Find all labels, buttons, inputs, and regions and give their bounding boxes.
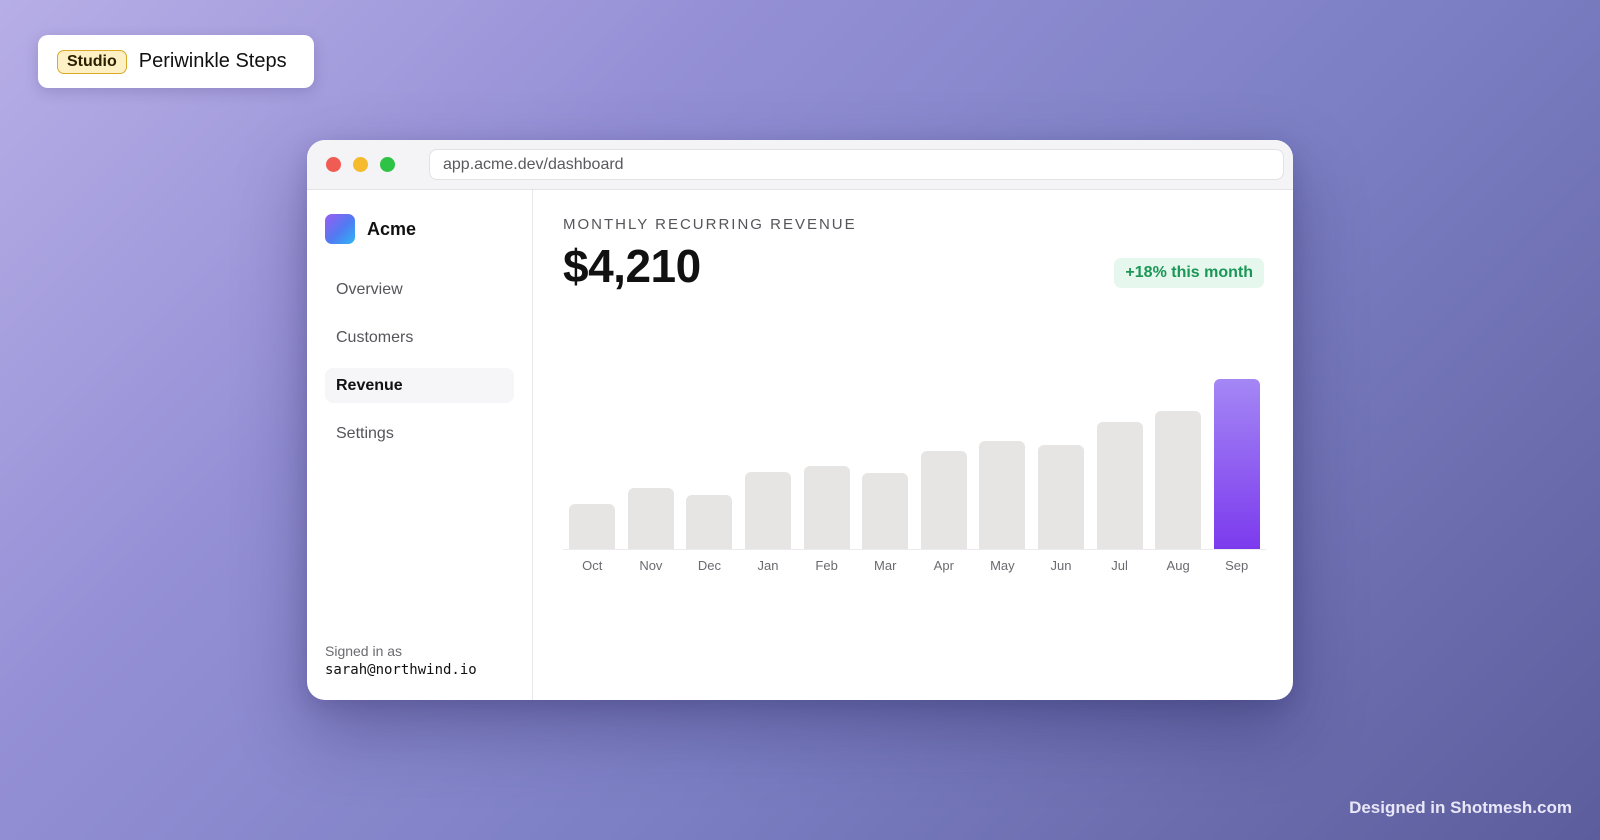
bar-jan [745,472,792,549]
bar-apr [920,451,967,549]
x-tick-aug: Aug [1166,558,1190,573]
bar-feb [803,466,850,549]
badge-title: Periwinkle Steps [138,50,287,72]
footer-credit: Designed in Shotmesh.com [1349,798,1572,817]
browser-window: app.acme.dev/dashboard Acme Overview Cus… [307,140,1293,700]
bar-oct [569,504,616,549]
sidebar: Acme Overview Customers Revenue Settings… [307,190,533,700]
bar-dec [686,495,733,549]
bar-jun [1037,445,1084,549]
bar-sep [1213,379,1260,549]
signed-in-email: sarah@northwind.io [325,662,477,678]
x-tick-sep: Sep [1225,558,1249,573]
chart-plot-area [563,379,1266,550]
x-tick-apr: Apr [933,558,954,573]
minimize-window-button[interactable] [353,157,368,172]
sidebar-item-customers[interactable]: Customers [325,320,514,355]
x-tick-jul: Jul [1111,558,1128,573]
x-tick-oct: Oct [582,558,603,573]
close-window-button[interactable] [326,157,341,172]
main-content: MONTHLY RECURRING REVENUE $4,210 +18% th… [533,190,1293,700]
x-tick-nov: Nov [639,558,663,573]
x-tick-mar: Mar [874,558,897,573]
bar-aug [1155,411,1202,549]
bar-may [979,441,1026,549]
bar-jul [1096,422,1143,549]
brand[interactable]: Acme [325,214,514,244]
studio-badge-card: Studio Periwinkle Steps [38,35,314,88]
metric-label: MONTHLY RECURRING REVENUE [563,216,857,233]
url-bar[interactable]: app.acme.dev/dashboard [429,149,1284,180]
sidebar-item-overview[interactable]: Overview [325,272,514,307]
bar-mar [862,473,909,549]
brand-name: Acme [367,218,417,239]
growth-badge: +18% this month [1114,258,1264,288]
sidebar-item-label: Overview [336,280,403,298]
maximize-window-button[interactable] [380,157,395,172]
studio-tag: Studio [57,49,127,74]
sidebar-item-revenue[interactable]: Revenue [325,368,514,403]
x-tick-dec: Dec [697,558,722,573]
revenue-bar-chart: Oct Nov Dec Jan Feb Mar Apr May Jun Jul Aug Sep [563,379,1266,595]
sidebar-item-settings[interactable]: Settings [325,416,514,451]
x-tick-jan: Jan [757,558,779,573]
sidebar-item-label: Customers [336,328,414,346]
x-tick-feb: Feb [815,558,838,573]
acme-logo-icon [325,214,355,244]
x-tick-jun: Jun [1050,558,1072,573]
signed-in-info: Signed in as sarah@northwind.io [325,643,477,678]
sidebar-item-label: Revenue [336,376,403,394]
signed-in-label: Signed in as [325,643,403,659]
sidebar-item-label: Settings [336,424,394,442]
window-titlebar: app.acme.dev/dashboard [307,140,1293,190]
url-text: app.acme.dev/dashboard [443,155,624,173]
bar-nov [627,488,674,549]
x-tick-may: May [990,558,1015,573]
